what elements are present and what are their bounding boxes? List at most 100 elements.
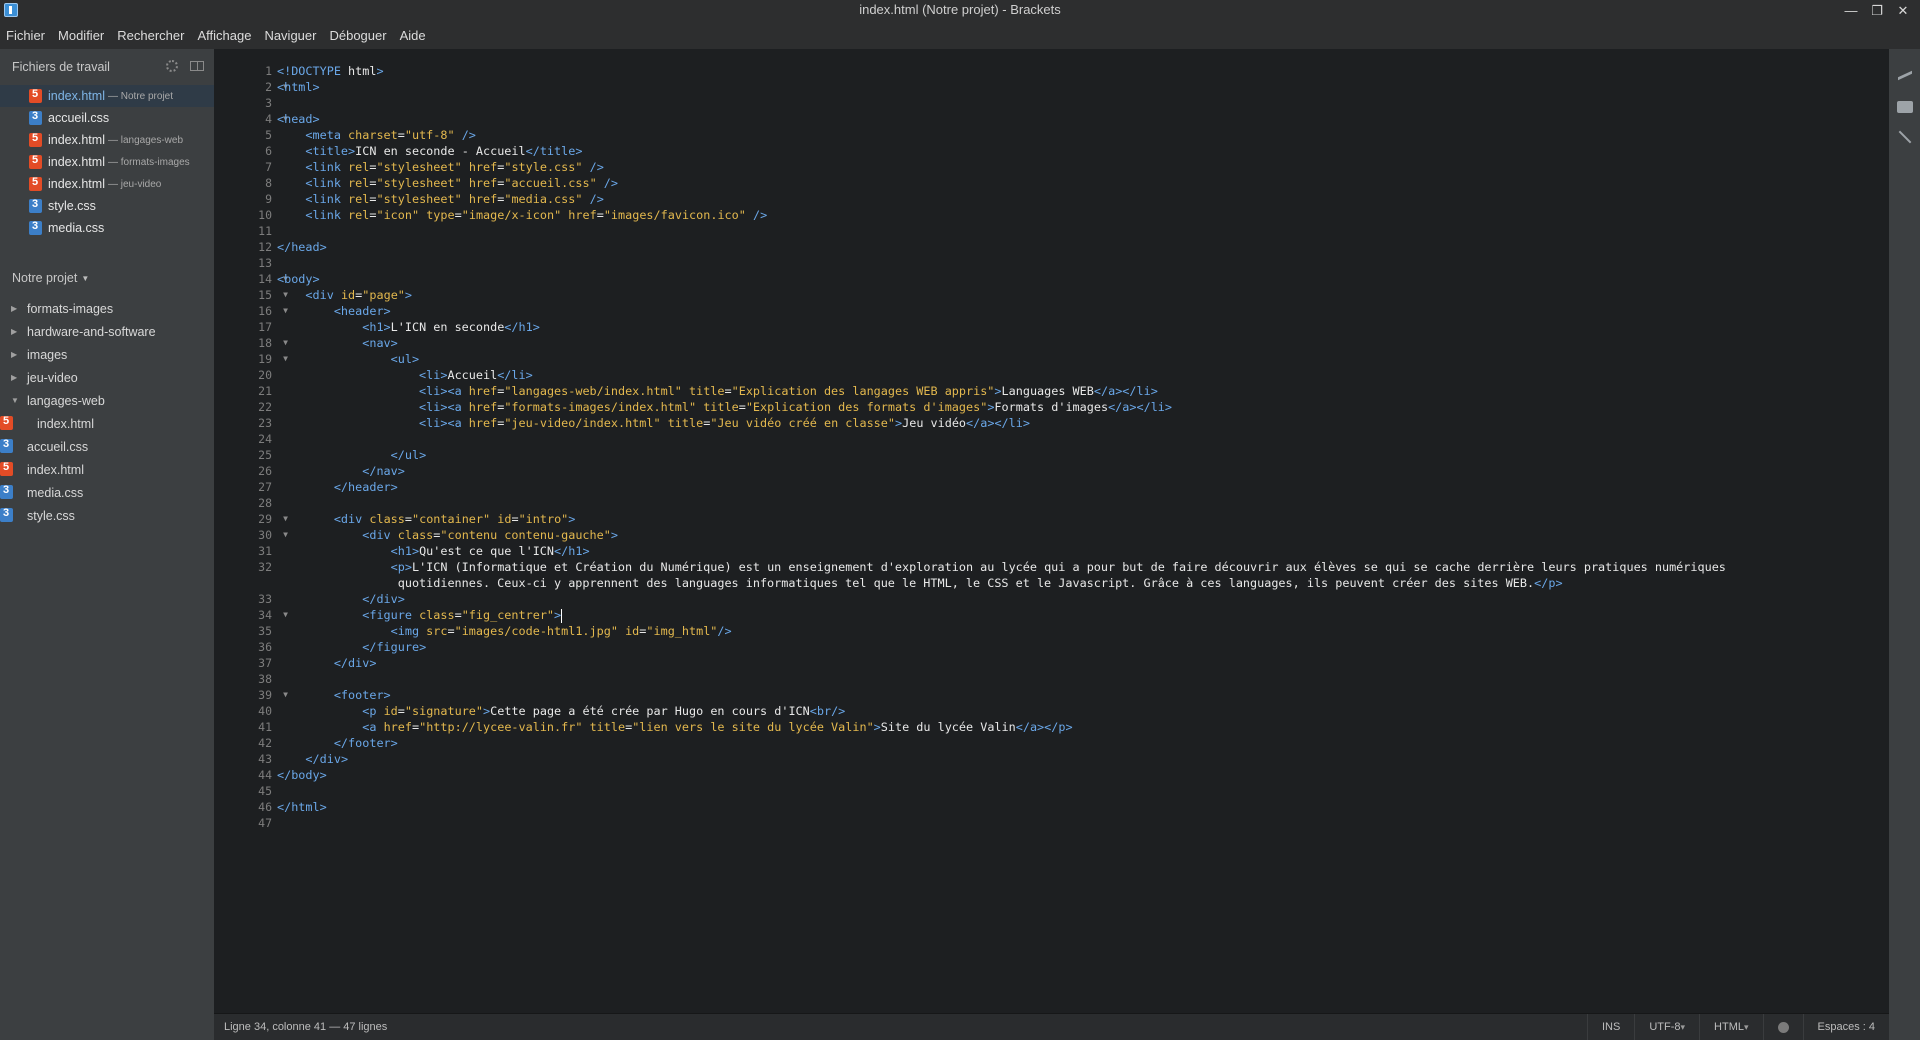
code-line-wrap[interactable]: quotidiennes. Ceux-ci y apprennent des l… [277, 575, 1877, 591]
code-line[interactable]: <ul> [277, 351, 1877, 367]
split-view-icon[interactable] [190, 61, 204, 71]
code-line[interactable]: <footer> [277, 687, 1877, 703]
code-line[interactable]: <figure class="fig_centrer"> [277, 607, 1877, 623]
code-editor[interactable]: 1 2 ▼ 3 4 ▼ 5 6 7 8 9 10 11 12 13 14 ▼ 15 ▼ 16 ▼ 17 18 ▼ 19 ▼ 20 21… [214, 49, 1889, 1013]
code-line[interactable]: </ul> [277, 447, 1877, 463]
menu-naviguer[interactable]: Naviguer [264, 28, 316, 43]
code-line[interactable]: </header> [277, 479, 1877, 495]
tree-file-name: media.css [27, 485, 84, 500]
working-file-name: accueil.css [48, 111, 110, 125]
code-line[interactable] [277, 223, 1877, 239]
live-preview-icon[interactable] [1897, 67, 1913, 83]
linting-status[interactable] [1762, 1014, 1803, 1040]
tree-folder[interactable]: ▶ hardware-and-software [0, 320, 214, 343]
tree-file[interactable]: style.css [0, 504, 214, 527]
code-line[interactable]: <div class="contenu contenu-gauche"> [277, 527, 1877, 543]
code-line[interactable] [277, 783, 1877, 799]
code-line[interactable]: </nav> [277, 463, 1877, 479]
code-line[interactable]: <p id="signature">Cette page a été crée … [277, 703, 1877, 719]
line-number: 1 [265, 64, 272, 78]
code-line[interactable]: <body> [277, 271, 1877, 287]
code-area[interactable]: <!DOCTYPE html> <html> <head> <meta charse… [277, 63, 1877, 831]
code-line[interactable] [277, 671, 1877, 687]
working-file-item[interactable]: accueil.css [0, 107, 214, 129]
code-line[interactable]: <!DOCTYPE html> [277, 63, 1877, 79]
menu-fichier[interactable]: Fichier [6, 28, 45, 43]
tree-folder[interactable]: ▶ images [0, 343, 214, 366]
code-line[interactable]: <div class="container" id="intro"> [277, 511, 1877, 527]
encoding-select[interactable]: UTF-8 [1634, 1014, 1699, 1040]
code-line[interactable] [277, 95, 1877, 111]
css-file-icon [0, 507, 13, 522]
tree-file[interactable]: media.css [0, 481, 214, 504]
code-line[interactable]: <link rel="stylesheet" href="style.css" … [277, 159, 1877, 175]
code-line[interactable]: <li><a href="langages-web/index.html" ti… [277, 383, 1877, 399]
extension-manager-icon[interactable] [1897, 101, 1913, 113]
tree-file[interactable]: index.html [0, 458, 214, 481]
language-select[interactable]: HTML [1699, 1014, 1762, 1040]
tree-folder[interactable]: ▶ formats-images [0, 297, 214, 320]
line-number: 5 [265, 128, 272, 142]
code-line[interactable]: </body> [277, 767, 1877, 783]
code-line[interactable]: <li><a href="formats-images/index.html" … [277, 399, 1877, 415]
working-files-list: index.html — Notre projet accueil.css in… [0, 85, 214, 239]
code-line[interactable]: <head> [277, 111, 1877, 127]
code-line[interactable]: </footer> [277, 735, 1877, 751]
line-number: 20 [258, 368, 272, 382]
code-line[interactable]: <li>Accueil</li> [277, 367, 1877, 383]
tree-file[interactable]: index.html [0, 412, 214, 435]
working-file-item[interactable]: media.css [0, 217, 214, 239]
code-line[interactable]: <title>ICN en seconde - Accueil</title> [277, 143, 1877, 159]
working-file-item[interactable]: index.html — formats-images [0, 151, 214, 173]
code-line[interactable]: <a href="http://lycee-valin.fr" title="l… [277, 719, 1877, 735]
chevron-down-icon: ▼ [11, 396, 19, 405]
tree-file[interactable]: accueil.css [0, 435, 214, 458]
code-line[interactable]: <link rel="stylesheet" href="media.css" … [277, 191, 1877, 207]
code-line[interactable] [277, 431, 1877, 447]
insert-mode-toggle[interactable]: INS [1586, 1014, 1634, 1040]
code-line[interactable]: </div> [277, 591, 1877, 607]
line-number: 32 [258, 560, 272, 574]
menu-modifier[interactable]: Modifier [58, 28, 104, 43]
close-icon[interactable]: ✕ [1890, 0, 1916, 21]
code-line[interactable] [277, 255, 1877, 271]
code-line[interactable]: <div id="page"> [277, 287, 1877, 303]
code-line[interactable]: <h1>Qu'est ce que l'ICN</h1> [277, 543, 1877, 559]
code-line[interactable]: <meta charset="utf-8" /> [277, 127, 1877, 143]
code-line[interactable]: <link rel="stylesheet" href="accueil.css… [277, 175, 1877, 191]
menu-affichage[interactable]: Affichage [197, 28, 251, 43]
code-line[interactable] [277, 815, 1877, 831]
tree-folder[interactable]: ▶ jeu-video [0, 366, 214, 389]
code-line[interactable]: <link rel="icon" type="image/x-icon" hre… [277, 207, 1877, 223]
indent-setting[interactable]: Espaces : 4 [1802, 1014, 1889, 1040]
code-line[interactable] [277, 495, 1877, 511]
code-line[interactable]: <img src="images/code-html1.jpg" id="img… [277, 623, 1877, 639]
code-line[interactable]: </head> [277, 239, 1877, 255]
maximize-icon[interactable]: ❐ [1864, 0, 1890, 21]
code-line[interactable]: </html> [277, 799, 1877, 815]
code-line[interactable]: <li><a href="jeu-video/index.html" title… [277, 415, 1877, 431]
menu-aide[interactable]: Aide [400, 28, 426, 43]
menu-deboguer[interactable]: Déboguer [329, 28, 386, 43]
minimize-icon[interactable]: — [1838, 0, 1864, 21]
project-header[interactable]: Notre projet ▼ [0, 265, 214, 291]
code-line[interactable]: </div> [277, 655, 1877, 671]
working-file-item[interactable]: style.css [0, 195, 214, 217]
code-line[interactable]: <nav> [277, 335, 1877, 351]
code-line[interactable]: <html> [277, 79, 1877, 95]
tree-folder[interactable]: ▼ langages-web [0, 389, 214, 412]
beautify-wand-icon[interactable] [1897, 129, 1913, 145]
line-number: 25 [258, 448, 272, 462]
working-file-item[interactable]: index.html — langages-web [0, 129, 214, 151]
code-line[interactable]: <p>L'ICN (Informatique et Création du Nu… [277, 559, 1877, 575]
code-line[interactable]: </div> [277, 751, 1877, 767]
working-file-item[interactable]: index.html — Notre projet [0, 85, 214, 107]
gear-icon[interactable] [166, 60, 178, 72]
code-line[interactable]: <header> [277, 303, 1877, 319]
code-line[interactable]: <h1>L'ICN en seconde</h1> [277, 319, 1877, 335]
html-file-icon [29, 88, 42, 103]
line-number: 42 [258, 736, 272, 750]
code-line[interactable]: </figure> [277, 639, 1877, 655]
menu-rechercher[interactable]: Rechercher [117, 28, 184, 43]
working-file-item[interactable]: index.html — jeu-video [0, 173, 214, 195]
